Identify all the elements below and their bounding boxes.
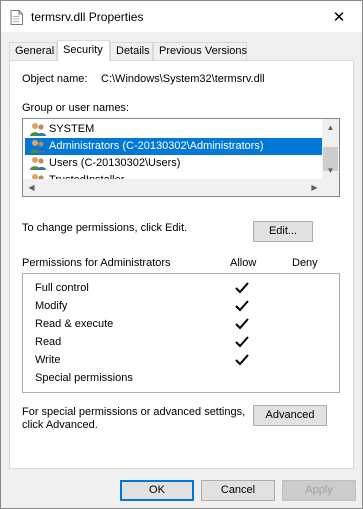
- deny-column-header: Deny: [292, 257, 318, 269]
- list-item[interactable]: Users (C-20130302\Users): [25, 155, 324, 172]
- edit-button[interactable]: Edit...: [253, 221, 313, 242]
- change-permissions-text: To change permissions, click Edit.: [22, 222, 188, 234]
- permissions-header: Permissions for Administrators Allow Den…: [22, 257, 340, 271]
- allow-column-header: Allow: [230, 257, 257, 269]
- file-icon: [10, 10, 23, 25]
- tab-details[interactable]: Details: [110, 42, 153, 60]
- tab-general[interactable]: General: [9, 42, 57, 60]
- apply-button[interactable]: Apply: [282, 480, 356, 501]
- close-icon: ✕: [332, 8, 346, 26]
- ok-button[interactable]: OK: [120, 480, 194, 501]
- permission-name: Modify: [35, 300, 68, 312]
- special-permissions-text: For special permissions or advanced sett…: [22, 406, 246, 418]
- scroll-left-icon[interactable]: ◀: [23, 179, 40, 196]
- user-name: Users (C-20130302\Users): [49, 157, 181, 169]
- list-item-selected[interactable]: Administrators (C-20130302\Administrator…: [25, 138, 324, 155]
- allow-check-icon: [235, 354, 249, 366]
- permission-name: Write: [35, 354, 61, 366]
- title-bar[interactable]: termsrv.dll Properties ✕: [1, 1, 362, 32]
- tab-security[interactable]: Security: [57, 40, 110, 61]
- security-panel: Object name: C:\Windows\System32\termsrv…: [9, 60, 354, 469]
- properties-window: termsrv.dll Properties ✕ General Securit…: [0, 0, 363, 509]
- scroll-down-icon[interactable]: ▼: [322, 162, 339, 179]
- permission-name: Read & execute: [35, 318, 114, 330]
- list-item[interactable]: SYSTEM: [25, 121, 324, 138]
- allow-check-icon: [235, 336, 249, 348]
- scroll-corner: [322, 179, 339, 196]
- allow-check-icon: [235, 318, 249, 330]
- allow-check-icon: [235, 300, 249, 312]
- user-group-icon: [30, 157, 46, 170]
- user-group-icon: [30, 123, 46, 136]
- object-name-label: Object name:: [22, 73, 88, 85]
- close-button[interactable]: ✕: [316, 1, 362, 32]
- permission-name: Full control: [35, 282, 89, 294]
- scroll-up-icon[interactable]: ▲: [322, 119, 339, 136]
- advanced-button[interactable]: Advanced: [253, 405, 327, 426]
- permission-name: Special permissions: [35, 372, 133, 384]
- permissions-list: Full control Modify Read & execute Read …: [22, 273, 340, 393]
- user-group-icon: [30, 140, 46, 153]
- tab-previous-versions[interactable]: Previous Versions: [153, 42, 247, 60]
- scroll-right-icon[interactable]: ▶: [306, 179, 323, 196]
- permissions-for-label: Permissions for Administrators: [22, 257, 171, 269]
- click-advanced-text: click Advanced.: [22, 419, 98, 431]
- user-list[interactable]: SYSTEM Administrators (C-20130302\Admini…: [22, 118, 340, 197]
- allow-check-icon: [235, 282, 249, 294]
- object-name-value: C:\Windows\System32\termsrv.dll: [101, 73, 265, 85]
- window-title: termsrv.dll Properties: [31, 10, 144, 24]
- user-name: SYSTEM: [49, 123, 95, 135]
- horizontal-scrollbar[interactable]: ◀ ▶: [23, 179, 323, 196]
- user-name: Administrators (C-20130302\Administrator…: [49, 140, 264, 152]
- cancel-button[interactable]: Cancel: [201, 480, 275, 501]
- group-label: Group or user names:: [22, 102, 129, 114]
- permission-name: Read: [35, 336, 62, 348]
